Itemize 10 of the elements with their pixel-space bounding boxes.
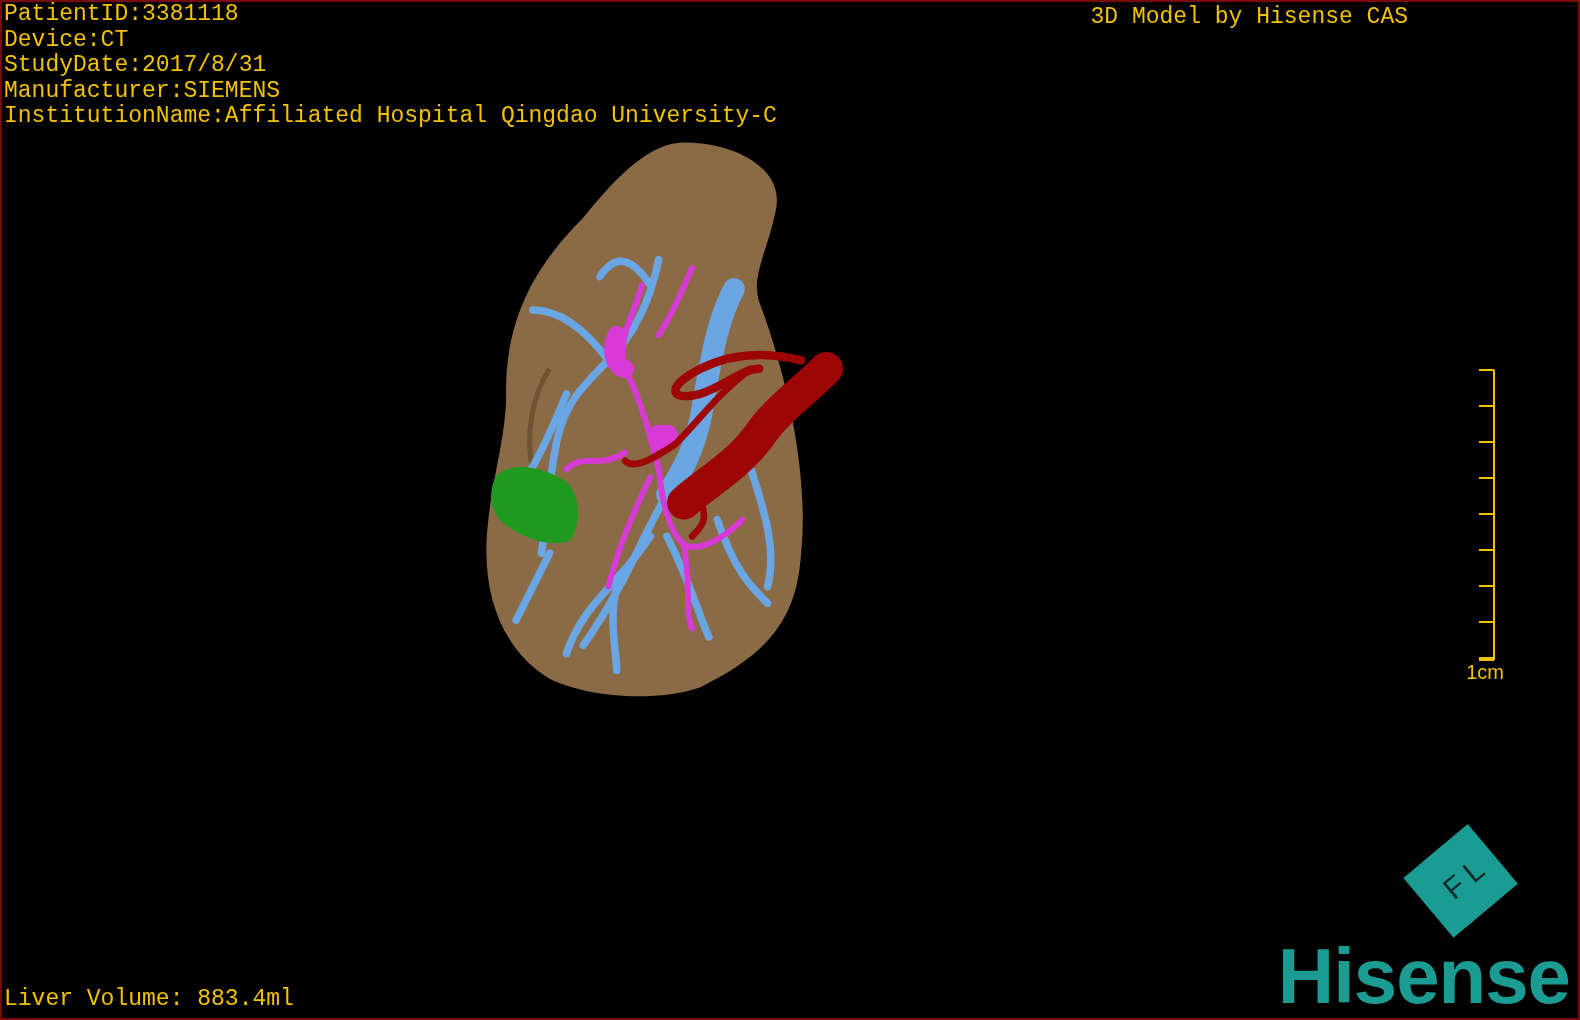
- patient-info-text: Manufacturer:SIEMENS: [4, 78, 282, 104]
- scale-label: 1cm: [1466, 660, 1504, 683]
- brand-logo: Hisense: [1277, 940, 1570, 1012]
- patient-info-text: InstitutionName:Affiliated Hospital Qingdao University-C: [4, 104, 777, 130]
- patient-info-text: StudyDate:2017/8/31: [4, 53, 268, 79]
- liver-volume-text: Liver Volume: 883.4ml: [4, 986, 294, 1012]
- patient-info-text: Device:CT: [4, 27, 130, 53]
- viewer-title: 3D Model by Hisense CAS: [1090, 3, 1408, 32]
- scale-bar-icon: [1478, 368, 1496, 661]
- patient-info-text: PatientID:3381118: [4, 2, 240, 28]
